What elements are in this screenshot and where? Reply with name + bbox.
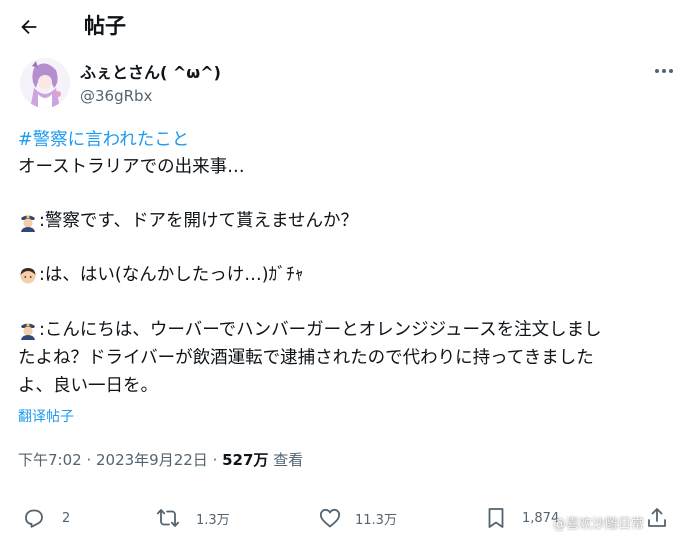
share-icon — [648, 508, 666, 527]
post-time[interactable]: 下午7:02 — [18, 451, 82, 469]
page-title: 帖子 — [84, 14, 126, 38]
like-button[interactable]: 11.3万 — [318, 500, 397, 536]
like-count: 11.3万 — [355, 512, 397, 528]
views-count: 527万 — [222, 451, 269, 469]
watermark: @喜欢沙雕日常 — [553, 517, 645, 532]
author-display-name[interactable]: ふぇとさん( ^ω^) — [80, 63, 221, 83]
more-options-button[interactable] — [651, 60, 677, 82]
police-officer-emoji — [21, 215, 35, 232]
post-line: :は、はい(なんかしたっけ…)ｶﾞﾁｬ — [39, 265, 304, 285]
meta-separator: · — [81, 451, 96, 469]
avatar[interactable] — [20, 58, 70, 108]
post-meta: 下午7:02 · 2023年9月22日 · 527万 查看 — [18, 449, 303, 471]
reply-count: 2 — [62, 510, 71, 526]
post-line: オーストラリアでの出来事… — [18, 157, 245, 177]
repost-count: 1.3万 — [196, 512, 230, 528]
police-officer-emoji — [21, 323, 35, 340]
hashtag-link[interactable]: #警察に言われたこと — [18, 127, 189, 154]
avatar-image — [20, 58, 70, 108]
reply-icon — [25, 509, 43, 528]
post-line: :こんにちは、ウーバーでハンバーガーとオレンジジュースを注文しまし — [39, 319, 602, 340]
post-line: :警察です、ドアを開けて貰えませんか？ — [39, 211, 358, 231]
reply-button[interactable]: 2 — [22, 500, 70, 536]
post-line: よ、良い一日を。 — [18, 376, 158, 396]
more-horizontal-icon — [655, 69, 673, 73]
post-date[interactable]: 2023年9月22日 — [96, 451, 208, 469]
arrow-left-icon — [21, 19, 37, 35]
repost-button[interactable]: 1.3万 — [156, 500, 230, 536]
meta-separator: · — [207, 451, 223, 469]
top-bar: 帖子 — [0, 0, 690, 52]
repost-icon — [156, 509, 180, 527]
post-line: たよね？ドライバーが飲酒運転で逮捕されたので代わりに持ってきました — [18, 348, 594, 368]
post-text: #警察に言われたこと オーストラリアでの出来事… :警察です、ドアを開けて貰えま… — [18, 127, 678, 400]
share-button[interactable] — [645, 500, 669, 536]
bookmark-button[interactable]: 1,874 — [484, 500, 559, 536]
back-button[interactable] — [14, 12, 44, 42]
heart-icon — [319, 508, 341, 528]
bookmark-icon — [488, 508, 504, 528]
author-handle[interactable]: @36gRbx — [80, 86, 152, 106]
views-label: 查看 — [268, 451, 304, 469]
translate-post-link[interactable]: 翻译帖子 — [18, 408, 74, 426]
person-emoji — [20, 267, 36, 283]
